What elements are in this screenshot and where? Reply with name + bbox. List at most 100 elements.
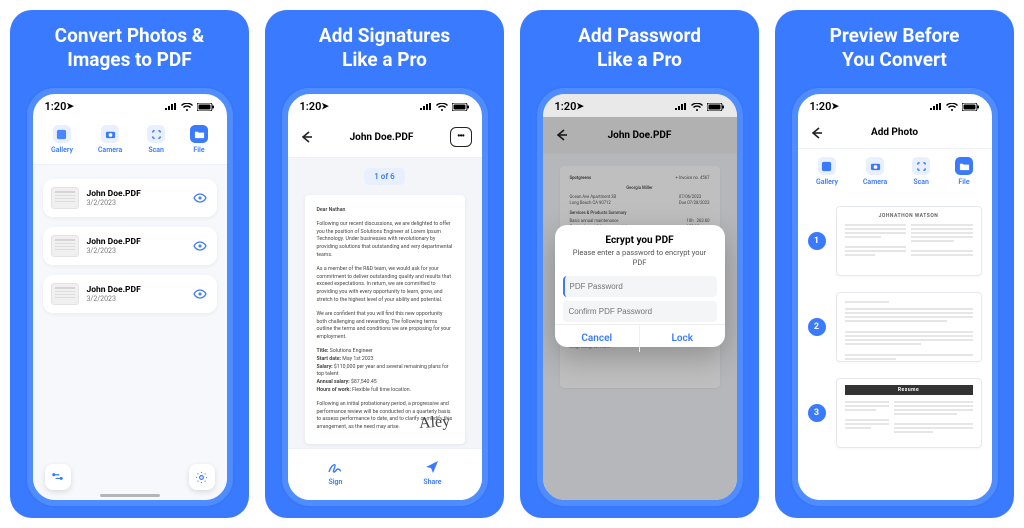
preview-button[interactable]: [191, 237, 209, 255]
sign-button[interactable]: Sign: [327, 459, 343, 486]
phone-mockup: 1:20 ➤ Gallery Camera Scan File: [27, 88, 233, 506]
folder-icon: [955, 157, 973, 175]
phone-mockup: 1:20 ➤ Add Photo Gallery Camera Scan Fil…: [792, 88, 998, 506]
preview-list: 1 JOHNATHON WATSON 2: [798, 196, 992, 474]
phone-mockup: 1:20 ➤ John Doe.PDF ••• 1 of 6 Dear Nath…: [282, 88, 488, 506]
file-name: John Doe.PDF: [87, 237, 183, 247]
file-date: 3/2/2023: [87, 247, 183, 255]
status-time: 1:20: [45, 100, 67, 113]
share-button[interactable]: Share: [423, 459, 441, 486]
folder-icon: [190, 125, 208, 143]
back-button[interactable]: [553, 127, 569, 143]
preview-item[interactable]: 3 Resume: [808, 378, 982, 448]
file-name: John Doe.PDF: [87, 189, 183, 199]
source-toolbar: Gallery Camera Scan File: [798, 149, 992, 196]
status-time: 1:20: [300, 100, 322, 113]
doc-content: Dear Nathan Following our recent discuss…: [317, 207, 453, 432]
signature: Aley: [419, 413, 451, 433]
toolbar-scan[interactable]: Scan: [147, 125, 165, 154]
location-arrow-icon: ➤: [66, 102, 74, 112]
feature-panel-convert: Convert Photos & Images to PDF 1:20 ➤ Ga…: [10, 10, 249, 518]
more-button[interactable]: •••: [450, 127, 472, 147]
camera-icon: [101, 125, 119, 143]
toolbar-camera[interactable]: Camera: [98, 125, 122, 154]
doc-title: John Doe.PDF: [608, 130, 672, 141]
battery-icon: [452, 103, 470, 111]
status-time: 1:20: [555, 100, 577, 113]
panel-title: Convert Photos & Images to PDF: [55, 24, 205, 74]
signal-icon: [675, 103, 687, 111]
panel-title: Add Password Like a Pro: [578, 24, 701, 74]
password-input[interactable]: [563, 276, 717, 297]
panel-title: Preview Before You Convert: [830, 24, 960, 74]
back-button[interactable]: [298, 129, 314, 145]
document-page[interactable]: Dear Nathan Following our recent discuss…: [305, 195, 465, 444]
file-row[interactable]: John Doe.PDF3/2/2023: [43, 179, 217, 217]
screen-title: Add Photo: [871, 127, 918, 138]
status-bar: 1:20 ➤: [543, 94, 737, 117]
file-date: 3/2/2023: [87, 295, 183, 303]
preview-button[interactable]: [191, 189, 209, 207]
feature-panel-signature: Add Signatures Like a Pro 1:20 ➤ John Do…: [265, 10, 504, 518]
order-badge: 2: [808, 318, 826, 336]
page-indicator: 1 of 6: [364, 168, 405, 185]
order-badge: 3: [808, 404, 826, 422]
feature-panel-password: Add Password Like a Pro 1:20 ➤ John Doe.…: [520, 10, 759, 518]
modal-subtitle: Please enter a password to encrypt your …: [555, 248, 725, 274]
battery-icon: [707, 103, 725, 111]
battery-icon: [962, 103, 980, 111]
wifi-icon: [436, 103, 448, 111]
preview-item[interactable]: 2: [808, 292, 982, 362]
toolbar-file[interactable]: File: [190, 125, 208, 154]
location-arrow-icon: ➤: [321, 102, 329, 112]
doc-preview: Resume: [836, 378, 982, 448]
location-arrow-icon: ➤: [831, 102, 839, 112]
modal-title: Ecrypt you PDF: [555, 225, 725, 248]
status-bar: 1:20 ➤: [33, 94, 227, 117]
status-bar: 1:20 ➤: [288, 94, 482, 117]
file-date: 3/2/2023: [87, 199, 183, 207]
signal-icon: [420, 103, 432, 111]
toolbar-gallery[interactable]: Gallery: [51, 125, 73, 154]
preview-button[interactable]: [191, 285, 209, 303]
doc-title: John Doe.PDF: [350, 132, 414, 143]
doc-thumb-icon: [51, 283, 79, 305]
signal-icon: [930, 103, 942, 111]
file-row[interactable]: John Doe.PDF3/2/2023: [43, 275, 217, 313]
doc-preview: [836, 292, 982, 362]
doc-thumb-icon: [51, 187, 79, 209]
signal-icon: [165, 103, 177, 111]
scan-icon: [912, 157, 930, 175]
lock-button[interactable]: Lock: [640, 325, 725, 352]
status-time: 1:20: [810, 100, 832, 113]
settings-button[interactable]: [189, 464, 215, 490]
wifi-icon: [691, 103, 703, 111]
confirm-password-input[interactable]: [563, 301, 717, 322]
filter-button[interactable]: [45, 464, 71, 490]
battery-icon: [197, 103, 215, 111]
wifi-icon: [181, 103, 193, 111]
gallery-icon: [53, 125, 71, 143]
cancel-button[interactable]: Cancel: [555, 325, 641, 352]
order-badge: 1: [808, 232, 826, 250]
encrypt-modal: Ecrypt you PDF Please enter a password t…: [555, 225, 725, 347]
screen-header: Add Photo: [798, 117, 992, 149]
file-name: John Doe.PDF: [87, 285, 183, 295]
toolbar-camera[interactable]: Camera: [863, 157, 887, 186]
status-bar: 1:20 ➤: [798, 94, 992, 117]
file-row[interactable]: John Doe.PDF3/2/2023: [43, 227, 217, 265]
toolbar-gallery[interactable]: Gallery: [816, 157, 838, 186]
doc-header: John Doe.PDF: [543, 117, 737, 154]
back-button[interactable]: [808, 125, 824, 141]
camera-icon: [866, 157, 884, 175]
gallery-icon: [818, 157, 836, 175]
doc-header: John Doe.PDF •••: [288, 117, 482, 158]
toolbar-file[interactable]: File: [955, 157, 973, 186]
phone-mockup: 1:20 ➤ John Doe.PDF Spotgreens+ Invoice …: [537, 88, 743, 506]
file-list: John Doe.PDF3/2/2023 John Doe.PDF3/2/202…: [33, 165, 227, 337]
preview-item[interactable]: 1 JOHNATHON WATSON: [808, 206, 982, 276]
scan-icon: [147, 125, 165, 143]
home-indicator: [100, 494, 160, 497]
doc-preview: JOHNATHON WATSON: [836, 206, 982, 276]
toolbar-scan[interactable]: Scan: [912, 157, 930, 186]
